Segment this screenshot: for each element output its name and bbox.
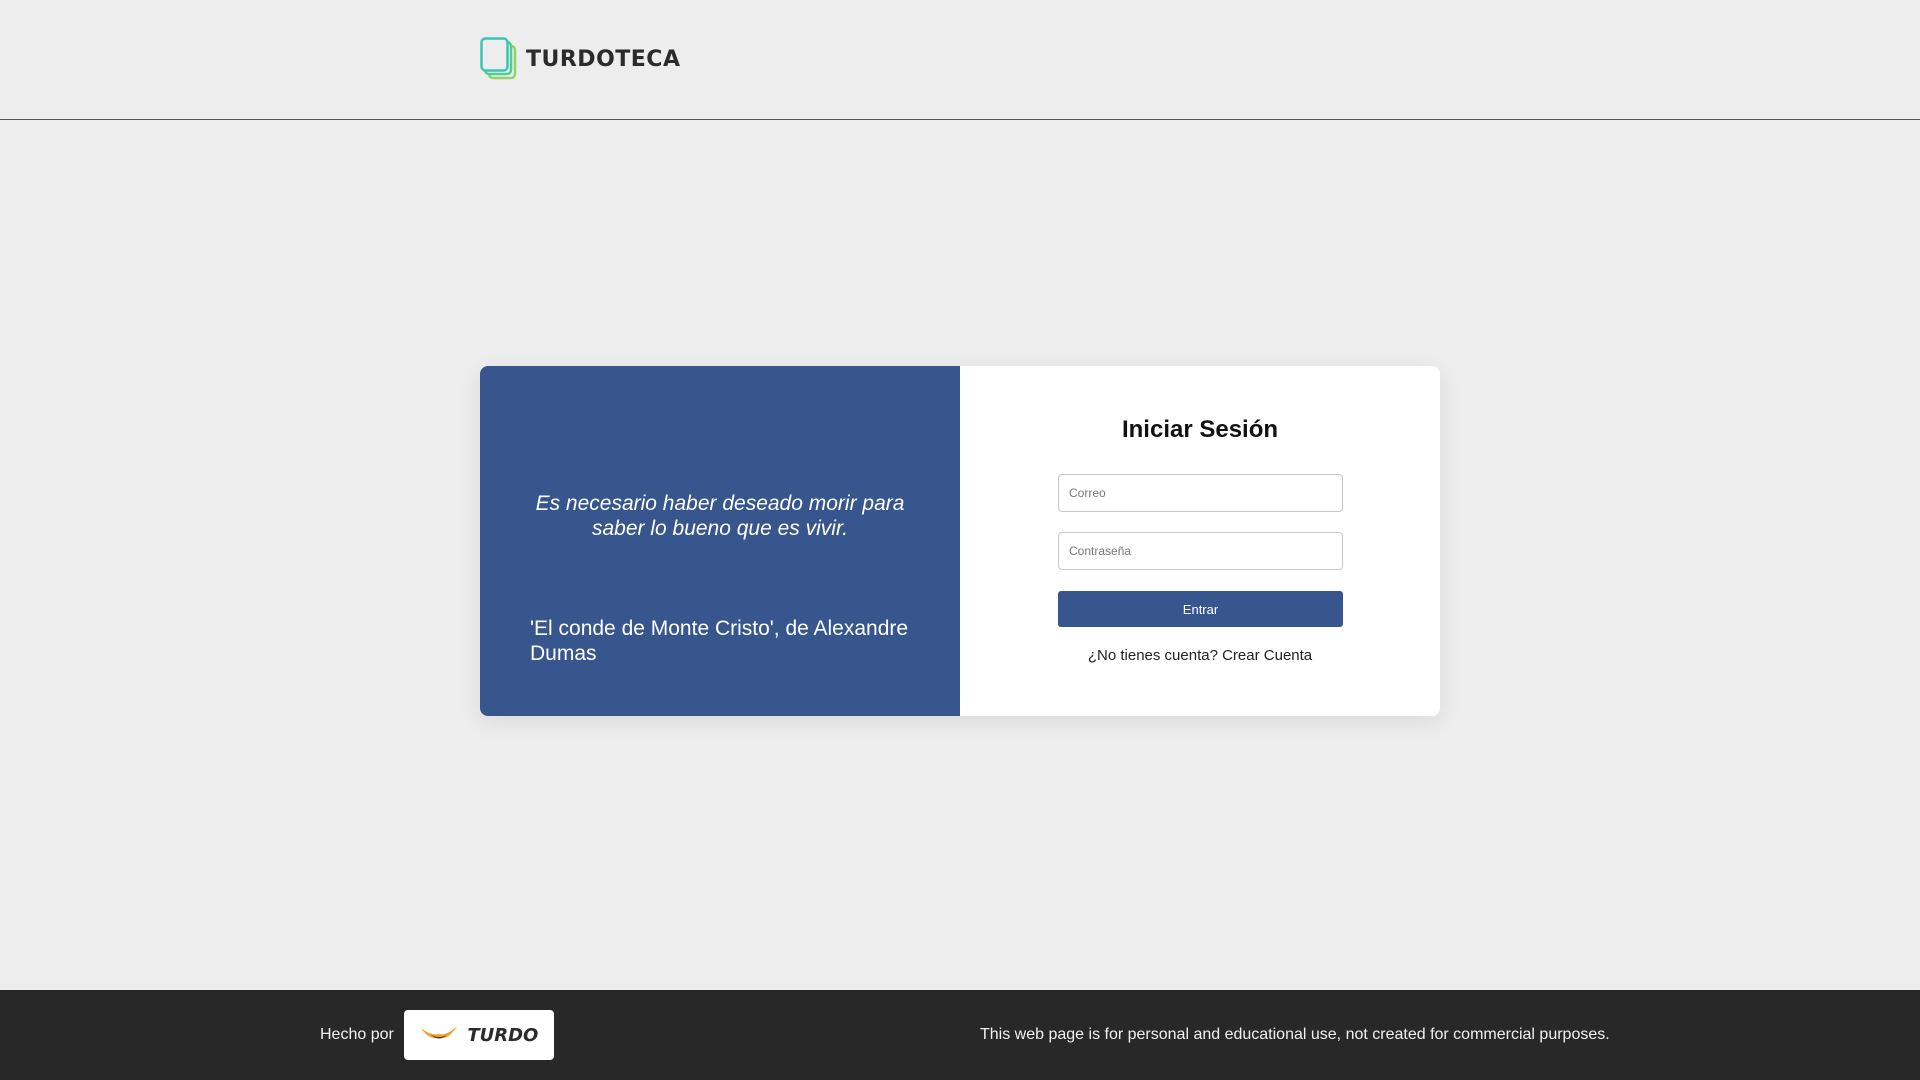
made-by: Hecho por TURDO [320,990,554,1080]
login-button[interactable]: Entrar [1058,591,1343,627]
login-title: Iniciar Sesión [1121,416,1279,443]
quote-panel: Es necesario haber deseado morir para sa… [480,366,960,716]
quote-text: Es necesario haber deseado morir para sa… [535,492,905,540]
stacked-pages-icon [480,37,518,81]
brand-badge[interactable]: TURDO [403,1010,554,1060]
quote-source: 'El conde de Monte Cristo', de Alexandre… [530,617,909,665]
no-account-text: ¿No tienes cuenta? [1087,647,1218,664]
made-by-label: Hecho por [320,1026,394,1043]
footer-disclaimer: This web page is for personal and educat… [980,1026,1610,1043]
site-logo[interactable]: TURDOTECA [480,37,680,81]
logo-text: TURDOTECA [526,46,681,72]
create-account-link[interactable]: Crear Cuenta [1222,647,1312,664]
site-footer: Hecho por TURDO This web page is for per… [0,990,1920,1080]
password-field[interactable] [1058,532,1343,570]
site-header: TURDOTECA [0,0,1920,120]
signup-prompt: ¿No tienes cuenta? Crear Cuenta [960,647,1440,664]
login-card: Es necesario haber deseado morir para sa… [480,366,1440,716]
email-field[interactable] [1058,474,1343,512]
login-panel: Iniciar Sesión Entrar ¿No tienes cuenta?… [960,366,1440,716]
eagle-icon [419,1022,459,1049]
brand-text: TURDO [467,1024,539,1046]
